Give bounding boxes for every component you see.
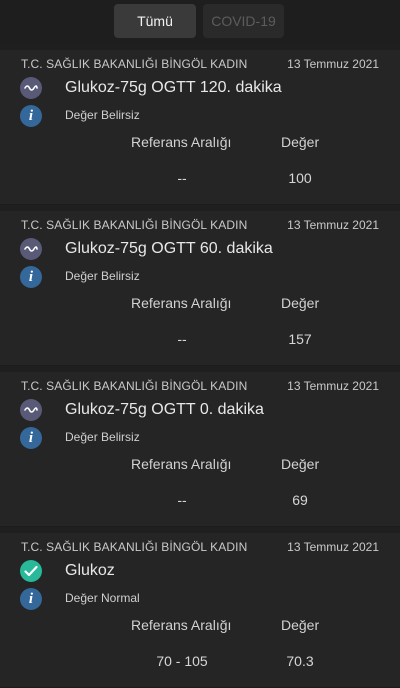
reference-range: -- xyxy=(177,331,187,347)
result-date: 13 Temmuz 2021 xyxy=(287,218,379,232)
reference-header: Referans Aralığı xyxy=(131,456,232,472)
result-value: 100 xyxy=(288,170,312,186)
filter-bar: Tümü COVID-19 xyxy=(0,0,400,44)
institution-name: T.C. SAĞLIK BAKANLIĞI BİNGÖL KADIN xyxy=(21,540,248,554)
result-card[interactable]: T.C. SAĞLIK BAKANLIĞI BİNGÖL KADIN 13 Te… xyxy=(0,44,400,205)
institution-name: T.C. SAĞLIK BAKANLIĞI BİNGÖL KADIN xyxy=(21,218,248,232)
result-card[interactable]: T.C. SAĞLIK BAKANLIĞI BİNGÖL KADIN 13 Te… xyxy=(0,527,400,688)
result-date: 13 Temmuz 2021 xyxy=(287,57,379,71)
wave-icon xyxy=(20,399,42,421)
filter-covid-button[interactable]: COVID-19 xyxy=(203,4,284,38)
result-value: 69 xyxy=(292,492,308,508)
info-icon[interactable]: i xyxy=(20,105,42,127)
reference-range: -- xyxy=(177,492,187,508)
value-header: Değer xyxy=(281,456,320,472)
check-icon xyxy=(20,560,42,582)
result-date: 13 Temmuz 2021 xyxy=(287,379,379,393)
test-name: Glukoz-75g OGTT 120. dakika xyxy=(65,79,282,96)
reference-header: Referans Aralığı xyxy=(131,617,232,633)
value-header: Değer xyxy=(281,617,320,633)
info-icon[interactable]: i xyxy=(20,427,42,449)
evaluation-text: Değer Belirsiz xyxy=(65,108,140,122)
filter-all-button[interactable]: Tümü xyxy=(114,4,196,38)
results-list: T.C. SAĞLIK BAKANLIĞI BİNGÖL KADIN 13 Te… xyxy=(0,44,400,688)
wave-icon xyxy=(20,238,42,260)
info-icon[interactable]: i xyxy=(20,588,42,610)
reference-header: Referans Aralığı xyxy=(131,295,232,311)
reference-header: Referans Aralığı xyxy=(131,134,232,150)
reference-range: -- xyxy=(177,170,187,186)
evaluation-text: Değer Belirsiz xyxy=(65,430,140,444)
value-header: Değer xyxy=(281,295,320,311)
reference-range: 70 - 105 xyxy=(156,653,208,669)
test-name: Glukoz xyxy=(65,562,115,579)
value-header: Değer xyxy=(281,134,320,150)
info-icon[interactable]: i xyxy=(20,266,42,288)
evaluation-text: Değer Normal xyxy=(65,591,140,605)
result-card[interactable]: T.C. SAĞLIK BAKANLIĞI BİNGÖL KADIN 13 Te… xyxy=(0,205,400,366)
wave-icon xyxy=(20,77,42,99)
result-date: 13 Temmuz 2021 xyxy=(287,540,379,554)
institution-name: T.C. SAĞLIK BAKANLIĞI BİNGÖL KADIN xyxy=(21,379,248,393)
result-card[interactable]: T.C. SAĞLIK BAKANLIĞI BİNGÖL KADIN 13 Te… xyxy=(0,366,400,527)
test-name: Glukoz-75g OGTT 60. dakika xyxy=(65,240,273,257)
evaluation-text: Değer Belirsiz xyxy=(65,269,140,283)
test-name: Glukoz-75g OGTT 0. dakika xyxy=(65,401,264,418)
result-value: 70.3 xyxy=(286,653,314,669)
institution-name: T.C. SAĞLIK BAKANLIĞI BİNGÖL KADIN xyxy=(21,57,248,71)
result-value: 157 xyxy=(288,331,312,347)
